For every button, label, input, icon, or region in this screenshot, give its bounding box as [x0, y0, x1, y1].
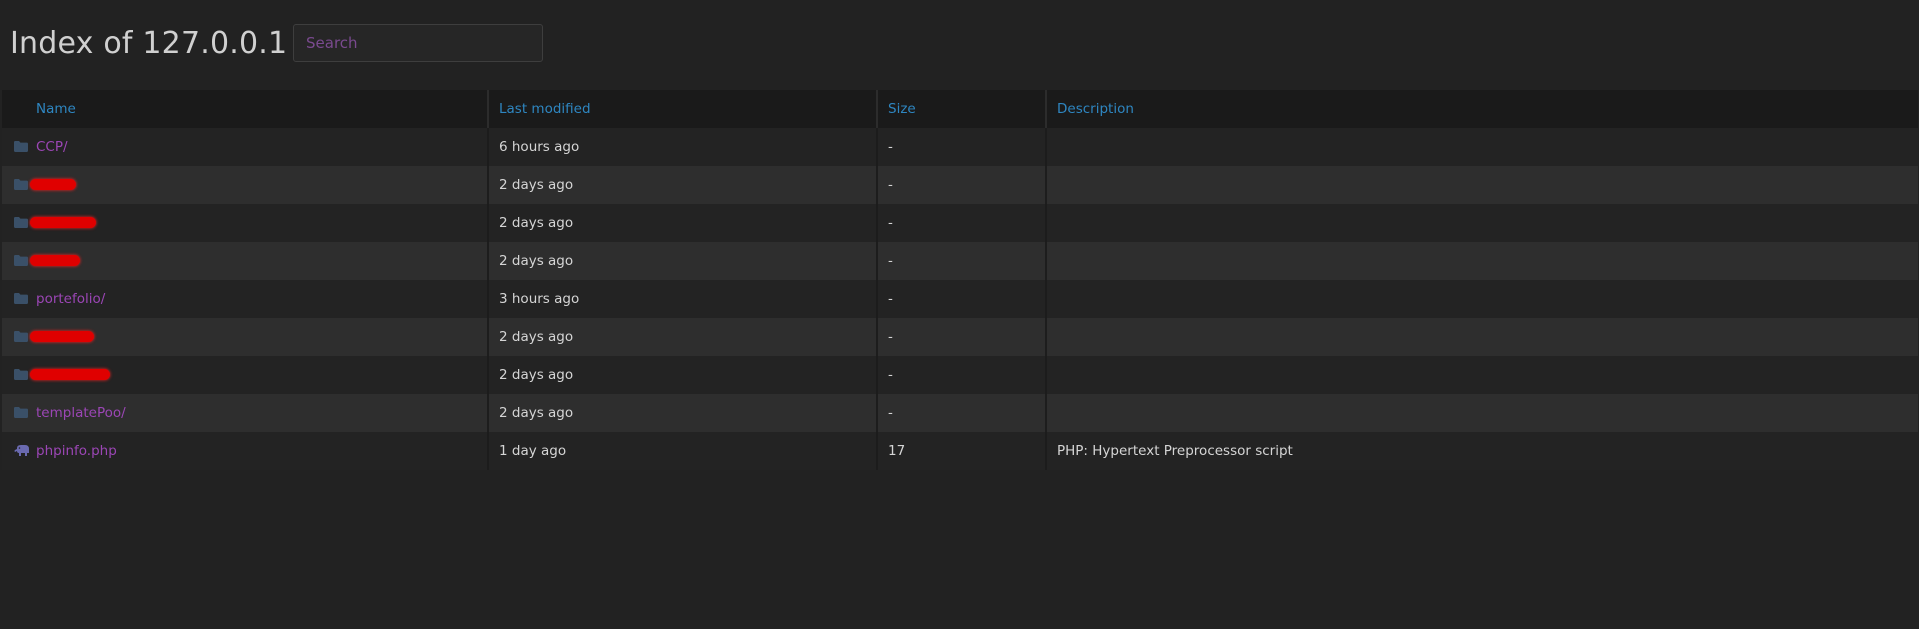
folder-icon — [14, 178, 28, 190]
php-elephant-icon — [14, 444, 29, 456]
cell-name — [2, 356, 489, 394]
file-listing-table: Name Last modified Size Description CCP/… — [2, 90, 1918, 470]
cell-size: 17 — [877, 432, 1047, 470]
cell-size: - — [877, 318, 1047, 356]
cell-last-modified: 2 days ago — [488, 166, 878, 204]
cell-name: phpinfo.php — [2, 432, 489, 470]
file-link[interactable]: CCP/ — [36, 139, 68, 155]
cell-name — [2, 242, 489, 280]
cell-name: CCP/ — [2, 128, 489, 166]
cell-last-modified: 1 day ago — [488, 432, 878, 470]
search-input[interactable] — [293, 24, 543, 62]
cell-size: - — [877, 280, 1047, 318]
cell-last-modified: 2 days ago — [488, 394, 878, 432]
cell-description — [1046, 242, 1918, 280]
table-row: 2 days ago - — [2, 166, 1918, 204]
folder-icon — [14, 140, 28, 152]
folder-icon — [14, 216, 28, 228]
cell-name — [2, 204, 489, 242]
page-title: Index of 127.0.0.1 — [10, 25, 288, 61]
cell-description — [1046, 166, 1918, 204]
table-header-row: Name Last modified Size Description — [2, 90, 1918, 128]
table-row: 2 days ago - — [2, 204, 1918, 242]
cell-name: templatePoo/ — [2, 394, 489, 432]
cell-size: - — [877, 128, 1047, 166]
cell-description — [1046, 280, 1918, 318]
page-header: Index of 127.0.0.1 — [10, 24, 287, 62]
cell-size: - — [877, 356, 1047, 394]
cell-description — [1046, 128, 1918, 166]
cell-last-modified: 2 days ago — [488, 356, 878, 394]
file-link[interactable]: templatePoo/ — [36, 405, 126, 421]
folder-icon — [14, 330, 28, 342]
cell-description — [1046, 394, 1918, 432]
cell-name — [2, 166, 489, 204]
cell-size: - — [877, 242, 1047, 280]
cell-name — [2, 318, 489, 356]
folder-icon — [14, 254, 28, 266]
column-header-description[interactable]: Description — [1046, 90, 1918, 128]
cell-size: - — [877, 166, 1047, 204]
cell-description — [1046, 318, 1918, 356]
table-row: phpinfo.php 1 day ago 17 PHP: Hypertext Pre… — [2, 432, 1918, 470]
table-row: portefolio/3 hours ago - — [2, 280, 1918, 318]
redacted-name[interactable] — [30, 179, 76, 190]
folder-icon — [14, 292, 28, 304]
redacted-name[interactable] — [30, 331, 94, 342]
column-header-last-modified[interactable]: Last modified — [488, 90, 878, 128]
folder-icon — [14, 368, 28, 380]
cell-last-modified: 3 hours ago — [488, 280, 878, 318]
redacted-name[interactable] — [30, 369, 110, 380]
folder-icon — [14, 406, 28, 418]
table-row: CCP/6 hours ago - — [2, 128, 1918, 166]
table-row: 2 days ago - — [2, 242, 1918, 280]
table-row: 2 days ago - — [2, 318, 1918, 356]
cell-last-modified: 2 days ago — [488, 242, 878, 280]
cell-size: - — [877, 204, 1047, 242]
cell-last-modified: 6 hours ago — [488, 128, 878, 166]
file-link[interactable]: phpinfo.php — [36, 443, 117, 459]
cell-name: portefolio/ — [2, 280, 489, 318]
cell-description — [1046, 204, 1918, 242]
redacted-name[interactable] — [30, 255, 80, 266]
table-row: 2 days ago - — [2, 356, 1918, 394]
cell-last-modified: 2 days ago — [488, 318, 878, 356]
column-header-size[interactable]: Size — [877, 90, 1047, 128]
table-row: templatePoo/2 days ago - — [2, 394, 1918, 432]
column-header-name[interactable]: Name — [2, 90, 489, 128]
cell-size: - — [877, 394, 1047, 432]
redacted-name[interactable] — [30, 217, 96, 228]
file-link[interactable]: portefolio/ — [36, 291, 105, 307]
cell-description — [1046, 356, 1918, 394]
cell-last-modified: 2 days ago — [488, 204, 878, 242]
cell-description: PHP: Hypertext Preprocessor script — [1046, 432, 1918, 470]
